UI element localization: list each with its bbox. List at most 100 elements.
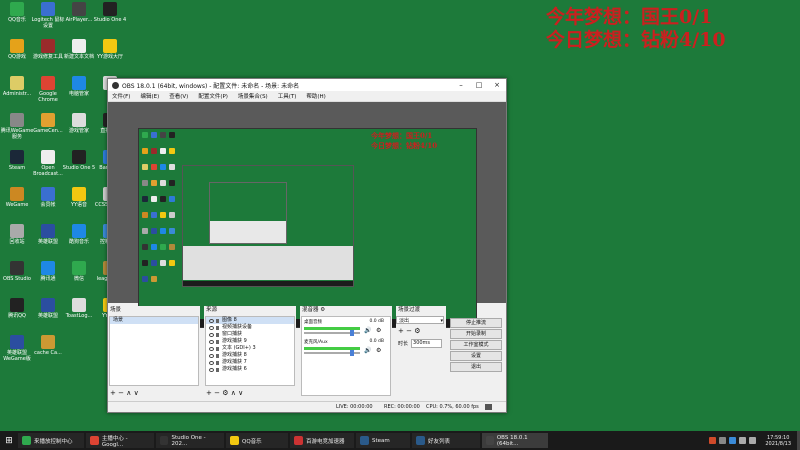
desktop-icon[interactable]: 酷狗音乐 (62, 224, 96, 245)
taskbar-item[interactable]: Studio One - 202... (156, 433, 224, 448)
source-item[interactable]: 文本 (GDI+) 3 (206, 345, 294, 352)
speaker-icon[interactable]: 🔊 (364, 347, 371, 354)
desktop-icon[interactable]: Studio One 4 (93, 2, 127, 23)
source-item[interactable]: 游戏捕获 9 (206, 338, 294, 345)
gear-icon[interactable]: ⚙ (222, 389, 228, 397)
desktop-icon[interactable]: GameCen... (31, 113, 65, 134)
gear-icon[interactable]: ⚙ (414, 327, 420, 335)
speaker-icon[interactable] (749, 437, 757, 444)
desktop-icon[interactable]: 会员帐 (31, 187, 65, 208)
duration-input[interactable]: 300ms (411, 339, 443, 348)
lock-icon[interactable] (216, 346, 219, 351)
source-item[interactable]: 视频捕获设备 (206, 324, 294, 331)
desktop-icon[interactable]: ToastLog... (62, 298, 96, 319)
obs-titlebar[interactable]: OBS 18.0.1 (64bit, windows) - 配置文件: 未命名 … (108, 79, 506, 91)
sources-list[interactable]: 图像 8 视频捕获设备 窗口捕获 游戏捕获 9 文本 (GDI+) 3 游戏捕获… (205, 316, 295, 386)
lock-icon[interactable] (216, 360, 219, 365)
network-icon[interactable] (739, 437, 747, 444)
volume-slider-handle[interactable] (349, 350, 354, 356)
gear-icon[interactable]: ⚙ (320, 307, 325, 313)
menu-help[interactable]: 帮助(H) (306, 92, 325, 100)
move-down-icon[interactable]: ∨ (134, 389, 139, 397)
lock-icon[interactable] (216, 367, 219, 372)
add-scene-icon[interactable]: + (110, 389, 116, 397)
remove-scene-icon[interactable]: − (118, 389, 124, 397)
lock-icon[interactable] (216, 325, 219, 330)
visibility-icon[interactable] (209, 353, 214, 358)
lock-icon[interactable] (216, 339, 219, 344)
desktop-icon[interactable]: YY语音 (62, 187, 96, 208)
taskbar-item[interactable]: 好友列表 (412, 433, 480, 448)
desktop-icon[interactable]: Open Broadcast... (31, 150, 65, 177)
desktop-icon[interactable]: WeGame (0, 187, 34, 208)
transition-select[interactable]: 淡出 ▾ (396, 316, 444, 324)
lock-icon[interactable] (216, 318, 219, 323)
obs-window[interactable]: OBS 18.0.1 (64bit, windows) - 配置文件: 未命名 … (107, 78, 507, 413)
desktop-icon[interactable]: 游戏管家 (62, 113, 96, 134)
desktop-icon[interactable]: Logitech 鼠标设置 (31, 2, 65, 29)
desktop-icon[interactable]: 电脑管家 (62, 76, 96, 97)
desktop-icon[interactable]: cache Ca... (31, 335, 65, 356)
move-up-icon[interactable]: ∧ (126, 389, 131, 397)
source-item[interactable]: 窗口捕获 (206, 331, 294, 338)
tray-app-icon[interactable] (709, 437, 717, 444)
gear-icon[interactable]: ⚙ (376, 327, 381, 334)
taskbar-item[interactable]: OBS 18.0.1 (64bit... (482, 433, 548, 448)
settings-button[interactable]: 设置 (450, 351, 502, 361)
maximize-icon[interactable]: □ (470, 81, 488, 89)
speaker-icon[interactable]: 🔊 (364, 327, 371, 334)
clock[interactable]: 17:59:10 2021/8/13 (765, 435, 791, 447)
lock-icon[interactable] (216, 332, 219, 337)
taskbar-item[interactable]: Steam (356, 433, 410, 448)
desktop-icon[interactable]: 腾讯QQ (0, 298, 34, 319)
preview-canvas[interactable]: 今年梦想：国王0/1 今日梦想：钻粉4/10 (138, 128, 477, 328)
menu-profile[interactable]: 配置文件(P) (198, 92, 228, 100)
add-source-icon[interactable]: + (206, 389, 212, 397)
source-item[interactable]: 游戏捕获 8 (206, 352, 294, 359)
remove-source-icon[interactable]: − (214, 389, 220, 397)
visibility-icon[interactable] (209, 318, 214, 323)
gear-icon[interactable]: ⚙ (376, 347, 381, 354)
windows-start-icon[interactable]: ⊞ (0, 431, 18, 450)
desktop-icon[interactable]: 腾讯通 (31, 261, 65, 282)
taskbar-item[interactable]: QQ音乐 (226, 433, 288, 448)
desktop-icon[interactable]: 新建文本文档 (62, 39, 96, 60)
exit-button[interactable]: 退出 (450, 362, 502, 372)
move-up-icon[interactable]: ∧ (231, 389, 236, 397)
desktop-icon[interactable]: 游戏修复工具 (31, 39, 65, 60)
visibility-icon[interactable] (209, 360, 214, 365)
desktop-icon[interactable]: OBS Studio (0, 261, 34, 282)
desktop-icon[interactable]: 微信 (62, 261, 96, 282)
visibility-icon[interactable] (209, 332, 214, 337)
desktop-icon[interactable]: Administr... (0, 76, 34, 97)
desktop-icon[interactable]: 回收站 (0, 224, 34, 245)
visibility-icon[interactable] (209, 367, 214, 372)
visibility-icon[interactable] (209, 325, 214, 330)
desktop-icon[interactable]: 英雄联盟 (31, 224, 65, 245)
desktop-icon[interactable]: Studio One 5 (62, 150, 96, 171)
desktop-icon[interactable]: 英雄联盟 (31, 298, 65, 319)
desktop-icon[interactable]: 腾讯WeGame 服务 (0, 113, 34, 140)
menu-edit[interactable]: 编辑(E) (140, 92, 159, 100)
stop-streaming-button[interactable]: 停止推流 (450, 318, 502, 328)
menu-view[interactable]: 查看(V) (169, 92, 188, 100)
tray-app-icon[interactable] (719, 437, 727, 444)
desktop-icon[interactable]: AirPlayer... (62, 2, 96, 23)
source-item[interactable]: 游戏捕获 6 (206, 366, 294, 373)
lock-icon[interactable] (216, 353, 219, 358)
visibility-icon[interactable] (209, 339, 214, 344)
start-recording-button[interactable]: 开始录制 (450, 329, 502, 339)
menu-scene-collection[interactable]: 场景集合(S) (238, 92, 268, 100)
desktop-icon[interactable]: 英雄联盟 WeGame版 (0, 335, 34, 362)
menu-tools[interactable]: 工具(T) (278, 92, 297, 100)
desktop-icon[interactable]: Steam (0, 150, 34, 171)
studio-mode-button[interactable]: 工作室模式 (450, 340, 502, 350)
desktop-icon[interactable]: QQ游戏 (0, 39, 34, 60)
desktop-icon[interactable]: Google Chrome (31, 76, 65, 103)
scenes-list[interactable]: 场景 (109, 316, 199, 386)
shield-icon[interactable] (729, 437, 737, 444)
menu-file[interactable]: 文件(F) (112, 92, 130, 100)
minimize-icon[interactable]: – (452, 81, 470, 89)
taskbar-item[interactable]: 来播放控制中心 (18, 433, 84, 448)
close-icon[interactable]: × (488, 81, 506, 89)
